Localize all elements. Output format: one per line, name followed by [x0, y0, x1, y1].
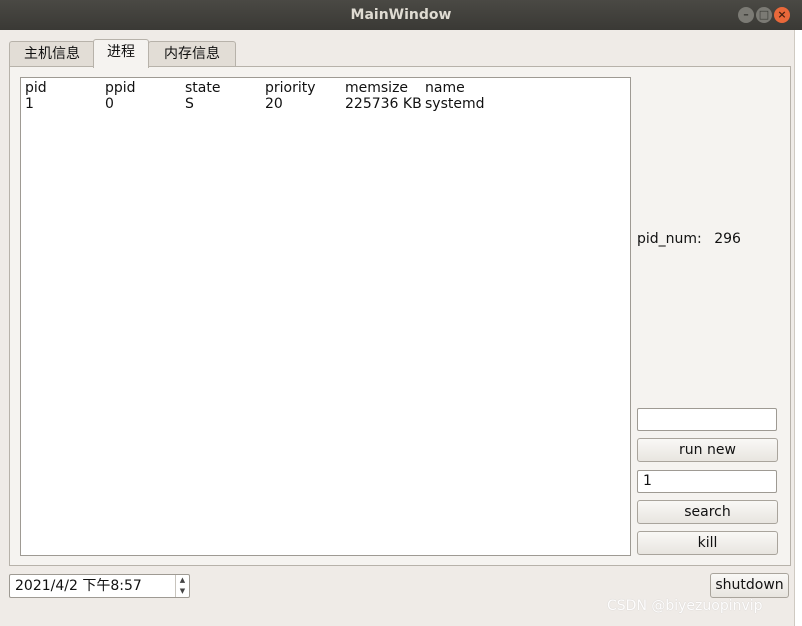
- column-header: pid: [25, 80, 47, 96]
- datetime-value: 2021/4/2 下午8:57: [15, 578, 142, 594]
- watermark: CSDN @biyezuopinvip: [607, 598, 763, 614]
- cell-memsize: 225736 KB: [345, 96, 422, 112]
- command-input[interactable]: [637, 408, 777, 431]
- maximize-icon[interactable]: □: [756, 7, 772, 23]
- column-header: memsize: [345, 80, 409, 96]
- background-window-strip: [794, 30, 802, 626]
- shutdown-button[interactable]: shutdown: [710, 573, 789, 598]
- pid-num-value: 296: [714, 231, 741, 247]
- cell-state: S: [185, 96, 194, 112]
- tab-memory-info[interactable]: 内存信息: [148, 41, 236, 67]
- minimize-icon[interactable]: –: [738, 7, 754, 23]
- cell-ppid: 0: [105, 96, 114, 112]
- column-header: name: [425, 80, 465, 96]
- close-icon[interactable]: ×: [774, 7, 790, 23]
- pid-input[interactable]: 1: [637, 470, 777, 493]
- column-header: priority: [265, 80, 316, 96]
- title-bar: MainWindow – □ ×: [0, 0, 802, 30]
- column-header: state: [185, 80, 221, 96]
- pid-count: pid_num: 296: [637, 231, 741, 247]
- tab-host-info[interactable]: 主机信息: [9, 41, 95, 67]
- window-title: MainWindow: [350, 7, 452, 23]
- cell-name: systemd: [425, 96, 485, 112]
- column-header: ppid: [105, 80, 136, 96]
- run-new-button[interactable]: run new: [637, 438, 778, 462]
- spin-up-icon[interactable]: ▲: [176, 575, 189, 586]
- kill-button[interactable]: kill: [637, 531, 778, 555]
- cell-pid: 1: [25, 96, 34, 112]
- process-list[interactable]: pid ppid state priority memsize name 1 0…: [20, 77, 631, 556]
- cell-priority: 20: [265, 96, 283, 112]
- spin-down-icon[interactable]: ▼: [176, 586, 189, 597]
- datetime-edit[interactable]: 2021/4/2 下午8:57 ▲ ▼: [9, 574, 190, 598]
- tab-process[interactable]: 进程: [93, 39, 149, 68]
- spin-buttons[interactable]: ▲ ▼: [175, 575, 189, 597]
- search-button[interactable]: search: [637, 500, 778, 524]
- pid-num-label: pid_num:: [637, 231, 702, 247]
